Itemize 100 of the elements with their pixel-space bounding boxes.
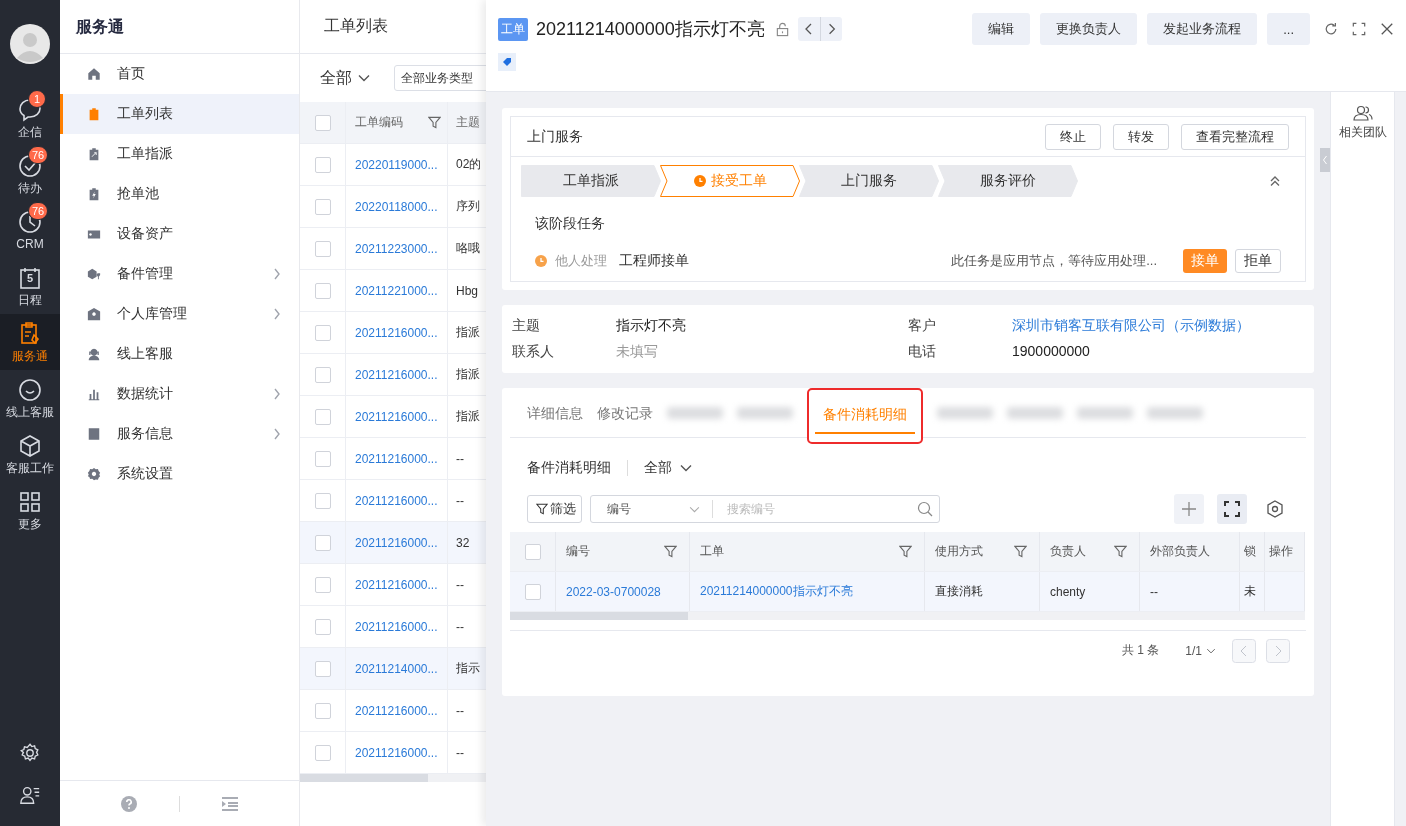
filter-icon[interactable] bbox=[899, 545, 912, 558]
previous-page-button[interactable] bbox=[1232, 638, 1256, 663]
checkbox[interactable] bbox=[314, 114, 331, 131]
scrollbar-thumb[interactable] bbox=[510, 612, 688, 620]
menu-item[interactable]: 抢单池 bbox=[60, 174, 299, 214]
table-cell[interactable]: 20211216000... bbox=[346, 564, 448, 605]
table-cell[interactable]: 20211216000... bbox=[346, 312, 448, 353]
menu-item[interactable]: 服务信息 bbox=[60, 414, 299, 454]
checkbox[interactable] bbox=[314, 450, 331, 467]
settings-icon[interactable] bbox=[19, 742, 41, 764]
tab[interactable]: 修改记录 bbox=[597, 387, 653, 438]
filter-button[interactable]: 筛选 bbox=[527, 495, 582, 523]
search-box[interactable]: 编号 搜索编号 bbox=[590, 495, 940, 523]
checkbox[interactable] bbox=[314, 408, 331, 425]
filter-icon[interactable] bbox=[428, 116, 441, 129]
stage-button[interactable]: 终止 bbox=[1045, 123, 1101, 150]
task-button[interactable]: 拒单 bbox=[1235, 249, 1281, 273]
menu-item[interactable]: 线上客服 bbox=[60, 334, 299, 374]
column-header[interactable]: 锁 bbox=[1240, 532, 1265, 571]
refresh-icon[interactable] bbox=[1324, 22, 1338, 36]
view-dropdown[interactable]: 全部 bbox=[320, 67, 370, 89]
rail-item[interactable]: 更多 bbox=[0, 482, 60, 538]
checkbox[interactable] bbox=[314, 702, 331, 719]
field-value[interactable]: 深圳市销客互联有限公司（示例数据） bbox=[1012, 317, 1250, 335]
table-cell[interactable]: 20211216000... bbox=[346, 690, 448, 731]
checkbox[interactable] bbox=[314, 660, 331, 677]
add-button[interactable] bbox=[1174, 494, 1204, 524]
filter-icon[interactable] bbox=[664, 545, 677, 558]
filter-icon[interactable] bbox=[1114, 545, 1127, 558]
menu-item[interactable]: 数据统计 bbox=[60, 374, 299, 414]
rail-item[interactable]: 1 企信 bbox=[0, 90, 60, 146]
close-icon[interactable] bbox=[1380, 22, 1394, 36]
table-cell[interactable]: 20211216000... bbox=[346, 732, 448, 773]
menu-item[interactable]: 工单指派 bbox=[60, 134, 299, 174]
checkbox[interactable] bbox=[314, 744, 331, 761]
process-step[interactable]: 服务评价 bbox=[938, 165, 1078, 197]
menu-item[interactable]: 系统设置 bbox=[60, 454, 299, 494]
stage-button[interactable]: 转发 bbox=[1113, 123, 1169, 150]
fullscreen-button[interactable] bbox=[1217, 494, 1247, 524]
table-cell[interactable]: 20211216000... bbox=[346, 480, 448, 521]
column-header[interactable]: 工单编码 bbox=[346, 102, 448, 143]
tag-icon[interactable] bbox=[498, 53, 516, 71]
next-page-button[interactable] bbox=[1266, 638, 1290, 663]
checkbox[interactable] bbox=[314, 576, 331, 593]
table-cell[interactable]: 20211216000... bbox=[346, 606, 448, 647]
table-cell[interactable]: 20211214000... bbox=[346, 648, 448, 689]
table-cell[interactable]: 20211214000000指示灯不亮 bbox=[690, 572, 925, 611]
table-cell[interactable]: 20211216000... bbox=[346, 354, 448, 395]
column-header[interactable]: 外部负责人 bbox=[1140, 532, 1240, 571]
filter-icon[interactable] bbox=[1014, 545, 1027, 558]
view-dropdown[interactable]: 全部 bbox=[644, 459, 692, 477]
rail-item[interactable]: 服务通 bbox=[0, 314, 60, 370]
avatar[interactable] bbox=[10, 24, 50, 64]
column-header[interactable]: 负责人 bbox=[1040, 532, 1140, 571]
checkbox[interactable] bbox=[314, 156, 331, 173]
scrollbar-thumb[interactable] bbox=[300, 774, 428, 782]
checkbox[interactable] bbox=[524, 583, 541, 600]
checkbox[interactable] bbox=[314, 324, 331, 341]
column-header[interactable]: 编号 bbox=[556, 532, 690, 571]
action-button[interactable]: 发起业务流程 bbox=[1147, 13, 1258, 45]
search-icon[interactable] bbox=[917, 501, 933, 517]
checkbox[interactable] bbox=[314, 240, 331, 257]
column-header[interactable]: 使用方式 bbox=[925, 532, 1040, 571]
type-select[interactable]: 全部业务类型 bbox=[394, 65, 486, 91]
menu-item[interactable]: 设备资产 bbox=[60, 214, 299, 254]
table-cell[interactable]: 20220118000... bbox=[346, 186, 448, 227]
checkbox[interactable] bbox=[314, 198, 331, 215]
menu-item[interactable]: 工单列表 bbox=[60, 94, 299, 134]
table-cell[interactable]: 20211223000... bbox=[346, 228, 448, 269]
checkbox[interactable] bbox=[314, 492, 331, 509]
table-cell[interactable]: 2022-03-0700028 bbox=[556, 572, 690, 611]
user-list-icon[interactable] bbox=[19, 784, 41, 806]
table-row[interactable]: 20211214000... 指示 bbox=[300, 648, 486, 690]
page-select[interactable]: 1/1 bbox=[1179, 642, 1222, 659]
rail-item[interactable]: 客服工作 bbox=[0, 426, 60, 482]
fullscreen-icon[interactable] bbox=[1352, 22, 1366, 36]
process-step[interactable]: 上门服务 bbox=[799, 165, 939, 197]
rail-item[interactable]: 76 待办 bbox=[0, 146, 60, 202]
collapse-menu-icon[interactable] bbox=[222, 795, 238, 812]
column-header[interactable]: 操作 bbox=[1265, 532, 1305, 571]
side-panel-tab[interactable]: 相关团队 bbox=[1331, 92, 1394, 140]
action-button[interactable]: 更换负责人 bbox=[1040, 13, 1138, 45]
help-icon[interactable] bbox=[121, 795, 137, 812]
checkbox[interactable] bbox=[314, 534, 331, 551]
action-button[interactable]: ... bbox=[1267, 13, 1310, 45]
collapse-icon[interactable] bbox=[1269, 175, 1281, 187]
rail-item[interactable]: 线上客服 bbox=[0, 370, 60, 426]
action-button[interactable]: 编辑 bbox=[972, 13, 1031, 45]
expand-handle[interactable] bbox=[1320, 148, 1330, 172]
menu-item[interactable]: 首页 bbox=[60, 54, 299, 94]
rail-item[interactable]: 5 日程 bbox=[0, 258, 60, 314]
table-cell[interactable]: 20211221000... bbox=[346, 270, 448, 311]
table-cell[interactable]: 20211216000... bbox=[346, 522, 448, 563]
unlock-icon[interactable] bbox=[774, 21, 790, 37]
checkbox[interactable] bbox=[314, 618, 331, 635]
table-cell[interactable]: 20211216000... bbox=[346, 438, 448, 479]
menu-item[interactable]: 备件管理 bbox=[60, 254, 299, 294]
checkbox[interactable] bbox=[314, 366, 331, 383]
process-step[interactable]: 工单指派 bbox=[521, 165, 661, 197]
table-cell[interactable]: 20220119000... bbox=[346, 144, 448, 185]
